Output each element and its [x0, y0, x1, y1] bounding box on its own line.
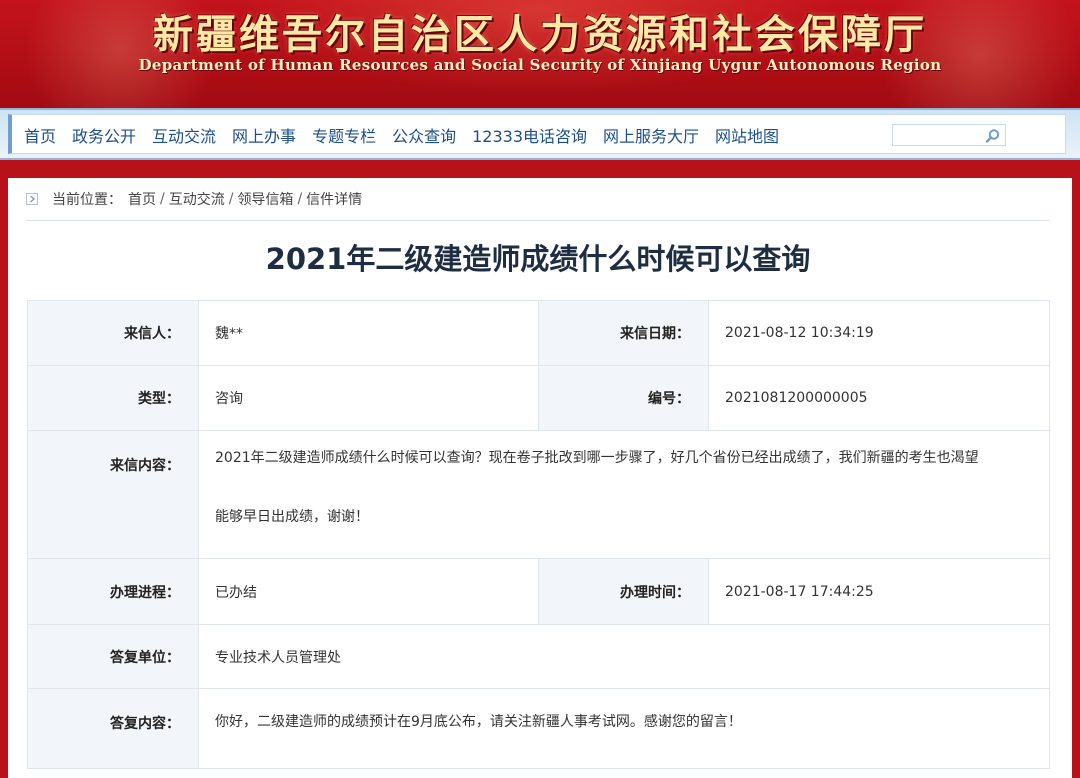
nav-item-gov-affairs[interactable]: 政务公开 [72, 123, 136, 147]
header-banner: 新疆维吾尔自治区人力资源和社会保障厅 Department of Human R… [0, 0, 1080, 112]
type-label: 类型： [27, 365, 199, 431]
breadcrumb-link-interaction[interactable]: 互动交流 [169, 189, 225, 209]
breadcrumb-link-home[interactable]: 首页 [128, 189, 156, 209]
progress-label: 办理进程： [27, 558, 199, 625]
site-title: 新疆维吾尔自治区人力资源和社会保障厅 [153, 11, 927, 58]
location-arrow-icon [26, 193, 38, 205]
sender-value: 魏** [198, 300, 539, 366]
search-icon[interactable] [985, 128, 1001, 144]
type-value: 咨询 [198, 365, 539, 431]
breadcrumb-current: 信件详情 [306, 192, 363, 208]
search-box [892, 124, 1006, 146]
nav-item-home[interactable]: 首页 [24, 123, 56, 147]
table-row: 答复内容： 你好，二级建造师的成绩预计在9月底公布，请关注新疆人事考试网。感谢您… [27, 688, 1050, 769]
nav-item-online-service[interactable]: 网上办事 [232, 123, 296, 147]
search-input[interactable] [895, 127, 983, 143]
reply-unit-value: 专业技术人员管理处 [198, 624, 1050, 689]
table-row: 办理进程： 已办结 办理时间： 2021-08-17 17:44:25 [27, 558, 1050, 625]
content-label: 来信内容： [27, 430, 199, 559]
letter-detail-table: 来信人： 魏** 来信日期： 2021-08-12 10:34:19 类型： 咨… [27, 300, 1050, 769]
nav-item-public-query[interactable]: 公众查询 [392, 123, 456, 147]
site-subtitle: Department of Human Resources and Social… [138, 56, 942, 74]
date-label: 来信日期： [538, 300, 709, 366]
divider [26, 220, 1050, 221]
nav-item-sitemap[interactable]: 网站地图 [715, 123, 779, 147]
content-line: 能够早日出成绩，谢谢！ [215, 509, 369, 525]
breadcrumb-separator: / [297, 191, 303, 207]
main-nav: 首页 政务公开 互动交流 网上办事 专题专栏 公众查询 12333电话咨询 网上… [0, 108, 1080, 160]
breadcrumb-separator: / [160, 191, 165, 207]
handle-time-value: 2021-08-17 17:44:25 [708, 558, 1050, 625]
reply-content-value: 你好，二级建造师的成绩预计在9月底公布，请关注新疆人事考试网。感谢您的留言！ [198, 688, 1050, 769]
table-row: 类型： 咨询 编号： 2021081200000005 [27, 365, 1050, 431]
date-value: 2021-08-12 10:34:19 [708, 300, 1050, 366]
table-row: 来信内容： 2021年二级建造师成绩什么时候可以查询？现在卷子批改到哪一步骤了，… [27, 430, 1050, 559]
breadcrumb: 当前位置： 首页 / 互动交流 / 领导信箱 / 信件详情 [26, 188, 1050, 210]
nav-item-interaction[interactable]: 互动交流 [152, 123, 216, 147]
sender-label: 来信人： [27, 300, 199, 366]
breadcrumb-link-mailbox[interactable]: 领导信箱 [237, 189, 293, 209]
reply-unit-label: 答复单位： [27, 624, 199, 689]
nav-item-special-topics[interactable]: 专题专栏 [312, 123, 376, 147]
nav-list: 首页 政务公开 互动交流 网上办事 专题专栏 公众查询 12333电话咨询 网上… [24, 115, 795, 155]
breadcrumb-prefix: 当前位置： [52, 192, 122, 208]
table-row: 答复单位： 专业技术人员管理处 [27, 624, 1050, 689]
breadcrumb-separator: / [228, 191, 234, 207]
reply-content-label: 答复内容： [27, 688, 199, 769]
handle-time-label: 办理时间： [538, 558, 709, 625]
content-panel: 当前位置： 首页 / 互动交流 / 领导信箱 / 信件详情 2021年二级建造师… [8, 178, 1072, 778]
number-label: 编号： [538, 365, 709, 431]
nav-inner: 首页 政务公开 互动交流 网上办事 专题专栏 公众查询 12333电话咨询 网上… [8, 114, 1066, 154]
number-value: 2021081200000005 [708, 365, 1050, 431]
page-title: 2021年二级建造师成绩什么时候可以查询 [265, 242, 811, 276]
progress-value: 已办结 [198, 558, 539, 625]
content-line: 2021年二级建造师成绩什么时候可以查询？现在卷子批改到哪一步骤了，好几个省份已… [215, 450, 979, 466]
table-row: 来信人： 魏** 来信日期： 2021-08-12 10:34:19 [27, 300, 1050, 366]
nav-item-12333-hotline[interactable]: 12333电话咨询 [472, 123, 587, 147]
content-value: 2021年二级建造师成绩什么时候可以查询？现在卷子批改到哪一步骤了，好几个省份已… [198, 430, 1050, 559]
nav-item-service-hall[interactable]: 网上服务大厅 [603, 123, 699, 147]
